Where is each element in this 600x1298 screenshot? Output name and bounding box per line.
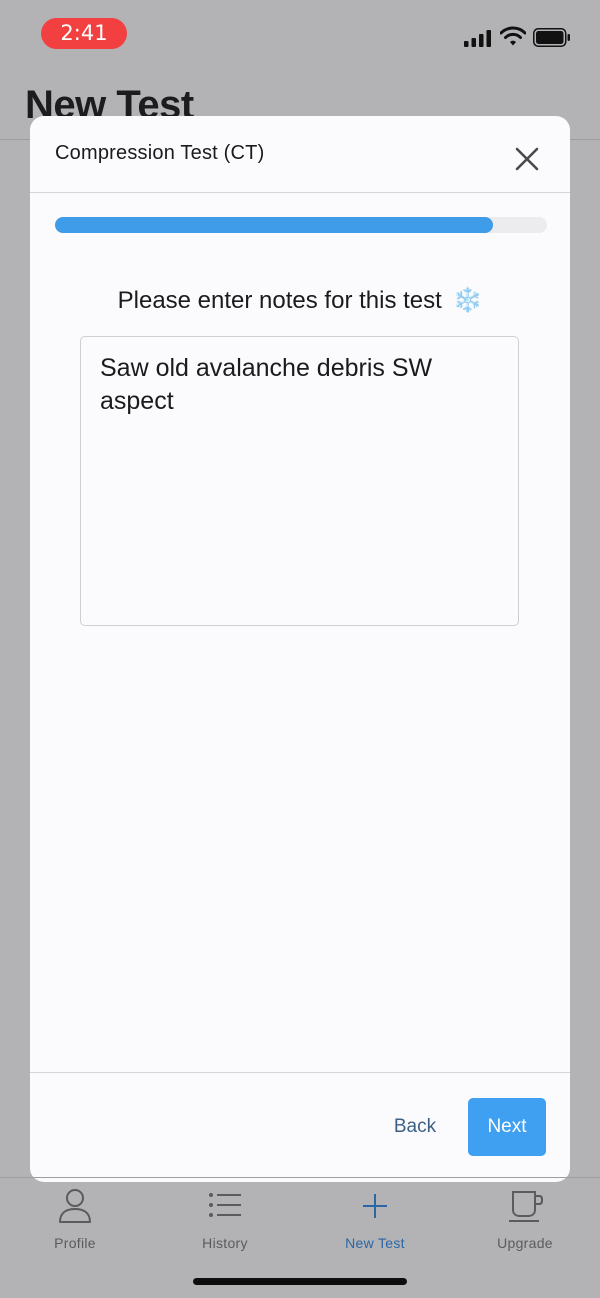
status-bar: 2:41 [0,0,600,70]
close-icon[interactable] [512,144,542,174]
tab-label-new-test: New Test [345,1235,405,1251]
next-button[interactable]: Next [468,1098,546,1156]
test-modal: Compression Test (CT) Please enter notes… [30,116,570,1182]
notes-textarea[interactable]: Saw old avalanche debris SW aspect [80,336,519,626]
tab-new-test[interactable]: New Test [315,1186,435,1251]
snowflake-icon: ❄️ [452,286,483,314]
modal-title: Compression Test (CT) [55,142,265,164]
plus-icon [363,1194,387,1218]
coffee-cup-icon [509,1191,543,1222]
tab-profile[interactable]: Profile [15,1186,135,1251]
modal-header: Compression Test (CT) [30,116,570,193]
battery-icon [533,28,570,47]
modal-footer-divider [30,1072,570,1073]
tab-label-profile: Profile [54,1235,96,1251]
tab-history[interactable]: History [165,1186,285,1251]
notes-prompt: Please enter notes for this test ❄️ [30,286,570,315]
tab-upgrade[interactable]: Upgrade [465,1186,585,1251]
signal-icon [464,30,491,47]
list-icon [209,1193,241,1217]
tab-label-history: History [202,1235,248,1251]
notes-prompt-text: Please enter notes for this test [117,287,442,314]
progress-bar [55,217,547,233]
status-time: 2:41 [41,18,127,49]
progress-fill [55,217,493,233]
back-button[interactable]: Back [380,1098,450,1156]
home-indicator [193,1278,407,1285]
tab-label-upgrade: Upgrade [497,1235,553,1251]
person-icon [59,1189,91,1223]
wifi-icon [500,26,526,46]
